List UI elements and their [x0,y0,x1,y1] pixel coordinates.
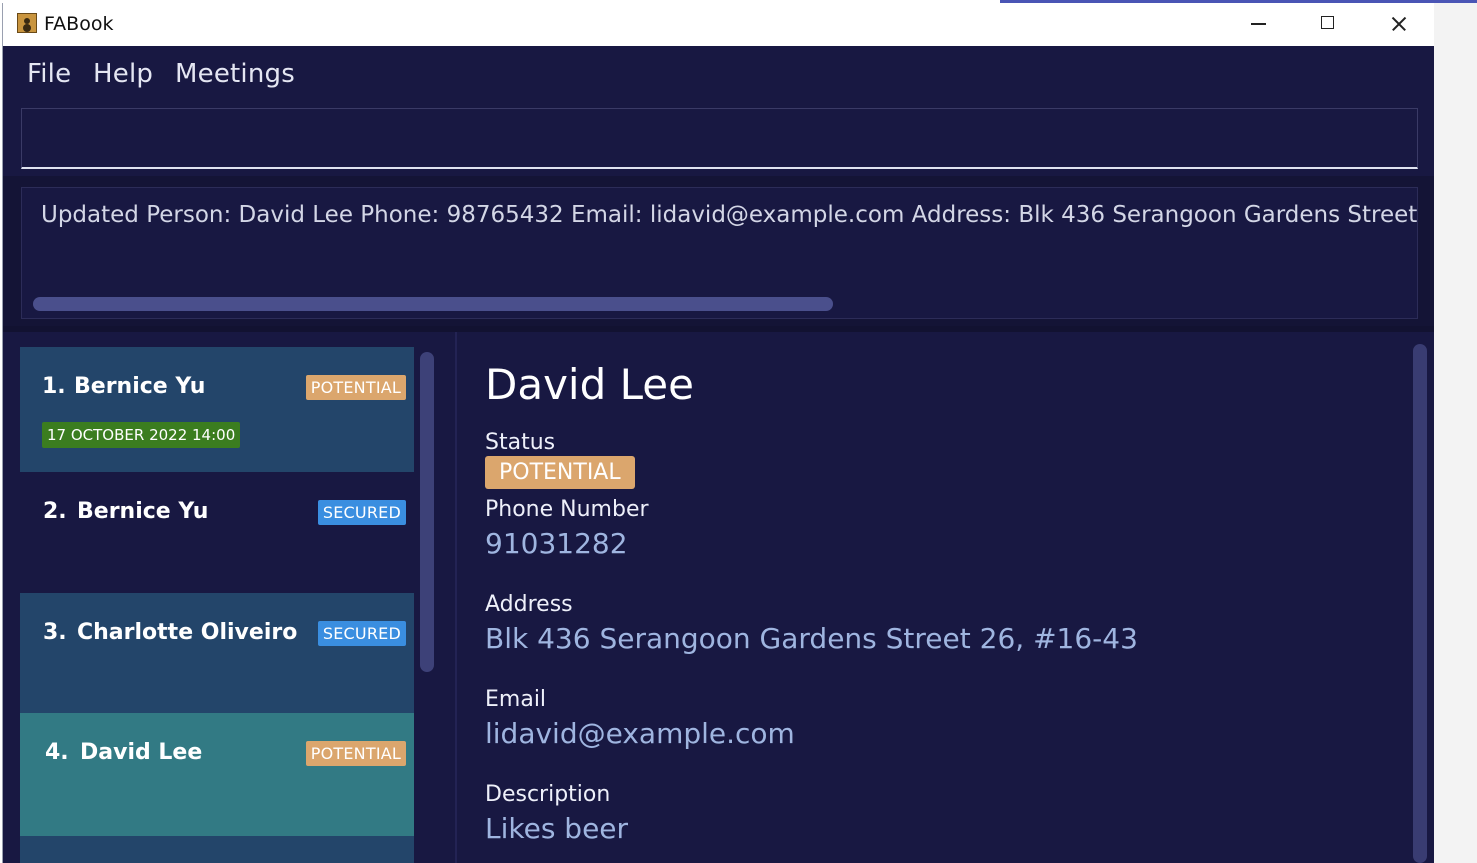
person-name: Bernice Yu [74,374,206,399]
person-name: Bernice Yu [77,499,209,524]
detail-name: David Lee [485,360,694,409]
title-bar[interactable]: FABook [3,3,1434,46]
menu-file[interactable]: File [27,59,71,89]
list-vertical-scrollbar[interactable] [420,352,434,672]
email-label: Email [485,687,547,712]
phone-value: 91031282 [485,527,628,560]
person-index: 2. [43,499,67,524]
phone-label: Phone Number [485,497,649,522]
status-label: Status [485,430,556,455]
result-message: Updated Person: David Lee Phone: 9876543… [41,202,1418,228]
desktop-background [1433,0,1477,863]
address-value: Blk 436 Serangoon Gardens Street 26, #16… [485,622,1138,655]
person-card-selected[interactable]: 4. David Lee POTENTIAL [20,713,414,836]
person-card[interactable]: 3. Charlotte Oliveiro SECURED [20,593,414,713]
description-value: Likes beer [485,812,629,845]
menu-bar: File Help Meetings [3,46,1434,101]
command-input[interactable] [22,109,1417,167]
description-label: Description [485,782,611,807]
app-window: FABook File Help Meetings Updated Person… [2,3,1434,863]
status-badge: SECURED [317,621,406,646]
minimize-button[interactable] [1225,3,1291,46]
result-horizontal-scrollbar[interactable] [33,297,833,311]
result-display: Updated Person: David Lee Phone: 9876543… [21,187,1418,319]
status-badge: SECURED [317,500,406,525]
app-book-icon [17,13,37,33]
detail-vertical-scrollbar[interactable] [1413,344,1427,863]
menu-meetings[interactable]: Meetings [175,59,295,89]
person-card-partial[interactable] [20,836,414,863]
maximize-button[interactable] [1293,3,1359,46]
person-index: 1. [42,374,66,399]
person-index: 3. [43,620,67,645]
person-card[interactable]: 2. Bernice Yu SECURED [20,472,414,593]
command-box [21,108,1418,169]
person-list: 1. Bernice Yu POTENTIAL 17 OCTOBER 2022 … [3,332,453,863]
window-title: FABook [44,13,114,35]
address-label: Address [485,592,573,617]
detail-status-badge: POTENTIAL [485,456,635,489]
status-badge: POTENTIAL [305,375,406,400]
meeting-tag: 17 OCTOBER 2022 14:00 [42,422,241,448]
person-index: 4. [45,740,69,765]
result-display-area: Updated Person: David Lee Phone: 9876543… [3,176,1434,326]
person-card[interactable]: 1. Bernice Yu POTENTIAL 17 OCTOBER 2022 … [20,347,414,472]
status-badge: POTENTIAL [305,741,406,766]
person-detail-panel: David Lee Status POTENTIAL Phone Number … [455,332,1434,863]
email-value: lidavid@example.com [485,717,795,750]
close-button[interactable] [1365,3,1431,46]
person-name: David Lee [80,740,203,765]
menu-help[interactable]: Help [93,59,153,89]
person-name: Charlotte Oliveiro [77,620,298,645]
